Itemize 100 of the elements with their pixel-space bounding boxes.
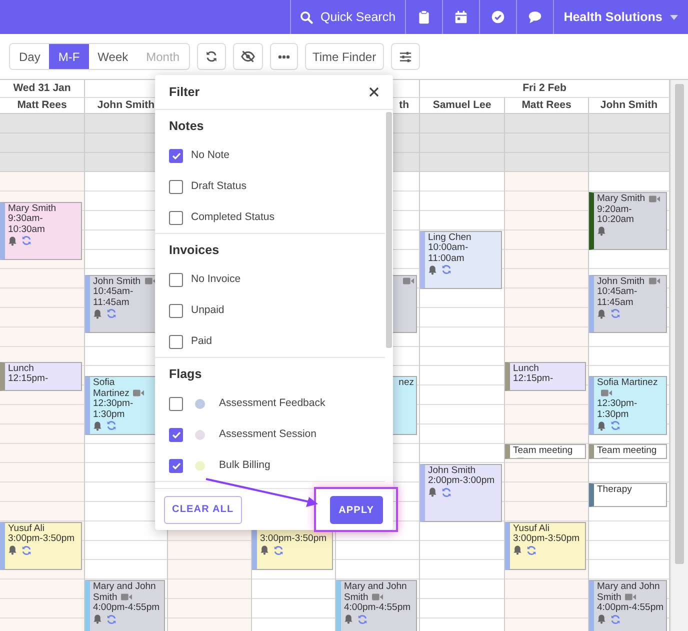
checkbox[interactable] xyxy=(169,272,183,286)
appointment-time: 4:00pm-4:55pm xyxy=(344,603,412,614)
appointment-time: 3:00pm-3:50pm xyxy=(260,534,328,545)
section-heading: Notes xyxy=(169,118,205,135)
appointment-title: Mary and John Smith xyxy=(93,581,156,603)
appointment-card[interactable]: Mary and John Smith 4:00pm-4:55pm xyxy=(589,580,667,631)
checkbox[interactable] xyxy=(169,180,183,194)
appointment-card[interactable]: Mary and John Smith 4:00pm-4:55pm xyxy=(85,580,165,631)
account-menu[interactable]: Health Solutions xyxy=(553,0,688,34)
appointment-time: 12:15pm- xyxy=(8,374,50,385)
clipboard-icon[interactable] xyxy=(417,10,431,24)
appointment-card[interactable]: Sofia Martinez 12:30pm-1:30pm xyxy=(589,376,667,435)
scrollbar[interactable] xyxy=(670,80,688,631)
appointment-card[interactable]: Lunch 12:15pm- xyxy=(0,362,82,391)
appointment-title: Yusuf Ali xyxy=(8,522,44,534)
staff-header: Samuel Lee xyxy=(420,97,505,113)
appointment-title: John Smith xyxy=(93,276,141,287)
appointment-time: 3:00pm-3:50pm xyxy=(513,534,581,545)
appointment-title: John Smith xyxy=(597,276,645,287)
appointment-card[interactable]: Mary Smith 9:20am-10:20am xyxy=(589,192,667,250)
checkbox[interactable] xyxy=(169,210,183,224)
option-label: Draft Status xyxy=(191,178,246,194)
appointment-title: Sofia Martinez xyxy=(93,377,130,399)
close-button[interactable] xyxy=(369,87,379,97)
option-label: Assessment Session xyxy=(219,426,316,442)
option-label: Completed Status xyxy=(191,210,274,225)
time-finder-button[interactable]: Time Finder xyxy=(304,43,384,70)
appointment-time: 10:45am-11:45am xyxy=(93,287,134,308)
checkbox[interactable] xyxy=(169,334,183,348)
section-heading: Flags xyxy=(169,366,203,383)
option-label: Unpaid xyxy=(191,302,224,318)
appointment-time: 2:00pm-3:00pm xyxy=(428,476,496,487)
appointment-card[interactable]: Team meeting xyxy=(505,444,586,459)
panel-title: Filter xyxy=(169,84,200,101)
option-label: No Invoice xyxy=(191,272,241,287)
staff-header: John Smith xyxy=(589,97,670,113)
view-tab[interactable]: Day xyxy=(10,44,50,69)
section-heading: Invoices xyxy=(169,242,220,259)
appointment-card[interactable]: John Smith 2:00pm-3:00pm xyxy=(420,464,502,522)
appointment-time: 4:00pm-4:55pm xyxy=(597,603,664,614)
appointment-card[interactable]: Mary and John Smith 4:00pm-4:55pm xyxy=(336,580,417,631)
apply-button[interactable]: APPLY xyxy=(330,496,383,524)
appointment-card[interactable]: Yusuf Ali 3:00pm-3:50pm xyxy=(505,522,586,570)
appointment-title: Team meeting xyxy=(597,445,657,456)
quick-search-button[interactable]: Quick Search xyxy=(290,0,405,34)
appointment-card[interactable]: Therapy xyxy=(589,483,667,508)
calendar-icon[interactable] xyxy=(454,10,468,24)
appointment-time: 4:00pm-4:55pm xyxy=(93,603,161,614)
appointment-title: Lunch xyxy=(8,362,34,374)
checkbox[interactable] xyxy=(169,396,183,410)
appointment-card[interactable]: Team meeting xyxy=(589,444,667,459)
appointment-title: Ling Chen xyxy=(428,232,472,243)
checkbox[interactable] xyxy=(169,304,183,318)
appointment-time: 10:00am-11:00am xyxy=(428,243,470,264)
view-tab[interactable]: Week xyxy=(88,44,138,69)
view-tab[interactable]: M-F xyxy=(49,44,89,69)
more-button[interactable] xyxy=(270,43,298,70)
appointment-time: 9:20am-10:20am xyxy=(597,204,635,226)
ellipsis-icon xyxy=(278,54,290,58)
appointment-card[interactable]: Lunch 12:15pm- xyxy=(505,362,586,391)
appointment-time: 9:30am-10:30am xyxy=(8,214,46,236)
check-circle-icon[interactable] xyxy=(491,10,505,24)
appointment-title: Mary and John Smith xyxy=(344,581,407,603)
sliders-icon xyxy=(399,50,412,62)
scrollbar-thumb[interactable] xyxy=(675,84,684,564)
appointment-time: 12:15pm- xyxy=(513,374,554,385)
appointment-title: nez xyxy=(398,377,414,388)
option-label: Bulk Billing xyxy=(219,458,270,473)
checkbox[interactable] xyxy=(169,428,183,442)
appointment-title: John Smith xyxy=(428,464,476,476)
checkbox[interactable] xyxy=(169,148,183,162)
appointment-title: Therapy xyxy=(597,484,632,496)
appointment-card[interactable]: Ling Chen 10:00am-11:00am xyxy=(420,230,502,290)
hide-button[interactable] xyxy=(232,43,262,70)
appointment-title: Mary Smith xyxy=(8,202,56,214)
option-label: Paid xyxy=(191,334,212,349)
appointment-time: 3:00pm-3:50pm xyxy=(8,534,76,545)
filter-settings-button[interactable] xyxy=(391,43,420,70)
refresh-button[interactable] xyxy=(196,43,226,70)
appointment-title: Yusuf Ali xyxy=(513,522,550,534)
option-label: No Note xyxy=(191,148,230,163)
appointment-time: 12:30pm-1:30pm xyxy=(597,399,638,420)
appointment-title: Sofia Martinez xyxy=(597,377,658,388)
appointment-title: Mary Smith xyxy=(597,193,646,204)
search-icon xyxy=(300,10,314,24)
appointment-title: Team meeting xyxy=(513,445,573,456)
check-icon xyxy=(172,462,180,470)
appointment-time: 12:30pm-1:30pm xyxy=(93,399,134,420)
chat-icon[interactable] xyxy=(528,10,542,24)
clear-all-button[interactable]: CLEAR ALL xyxy=(164,496,242,524)
checkbox[interactable] xyxy=(169,458,183,472)
check-icon xyxy=(172,430,180,438)
appointment-card[interactable]: Mary Smith 9:30am-10:30am xyxy=(0,202,82,260)
scrollbar[interactable] xyxy=(386,112,392,348)
eye-slash-icon xyxy=(240,50,254,63)
appointment-title: Lunch xyxy=(513,362,539,374)
day-header: Wed 31 Jan xyxy=(0,80,85,97)
appointment-card[interactable]: Yusuf Ali 3:00pm-3:50pm xyxy=(0,522,82,570)
appointment-title: Mary and John Smith xyxy=(597,581,660,603)
appointment-card[interactable]: John Smith 10:45am-11:45am xyxy=(589,274,667,333)
